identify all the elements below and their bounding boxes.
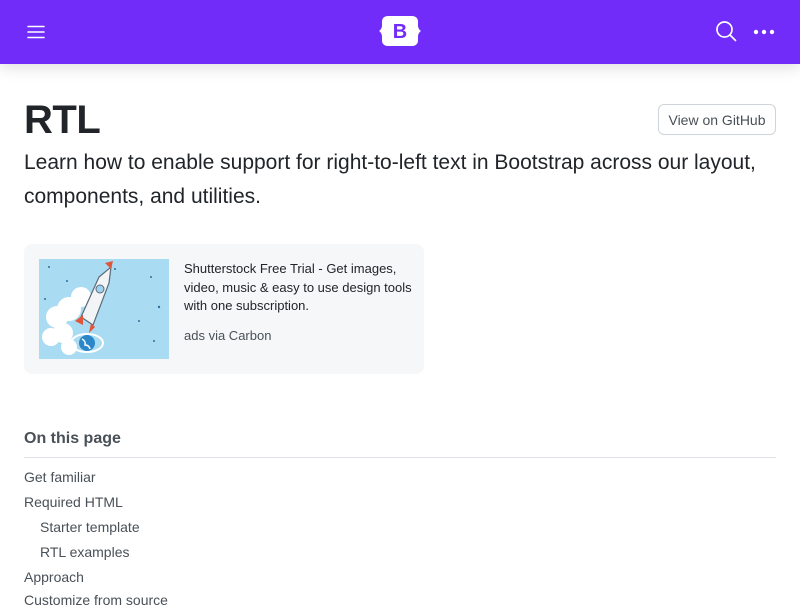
ad-image[interactable] (39, 259, 169, 359)
more-icon[interactable] (752, 20, 776, 44)
toc-link-required-html[interactable]: Required HTML (24, 494, 123, 510)
toc-link-starter-template[interactable]: Starter template (40, 519, 140, 535)
toc-link-get-familiar[interactable]: Get familiar (24, 469, 96, 485)
bootstrap-logo[interactable]: B (379, 15, 421, 49)
toc-divider (24, 457, 776, 458)
page-lead: Learn how to enable support for right-to… (24, 151, 756, 208)
top-navbar: B (0, 0, 800, 64)
toc-link-rtl-examples[interactable]: RTL examples (40, 544, 129, 560)
ads-via-carbon-link[interactable]: ads via Carbon (184, 328, 271, 343)
toc-link-approach[interactable]: Approach (24, 569, 84, 585)
ad-text-link[interactable]: Shutterstock Free Trial - Get images, vi… (184, 260, 416, 316)
page-title: RTL (24, 98, 101, 142)
carbon-ad: Shutterstock Free Trial - Get images, vi… (24, 244, 424, 374)
search-icon[interactable] (714, 19, 738, 43)
view-on-github-button[interactable]: View on GitHub (658, 104, 776, 135)
hamburger-icon[interactable] (24, 20, 48, 44)
toc-title: On this page (24, 430, 121, 447)
logo-letter: B (392, 20, 408, 43)
toc-link-customize-from-source[interactable]: Customize from source (24, 592, 168, 608)
